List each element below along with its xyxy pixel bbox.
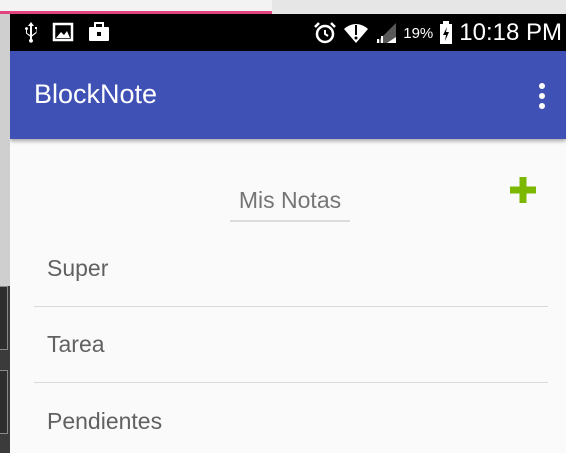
app-bar: BlockNote bbox=[10, 51, 566, 139]
status-system: 19% 10:18 PM bbox=[313, 18, 562, 48]
note-item[interactable]: Super bbox=[34, 231, 548, 307]
note-list: Super Tarea Pendientes bbox=[34, 231, 548, 453]
add-note-button[interactable] bbox=[508, 175, 538, 205]
background-window-fragment bbox=[0, 0, 272, 14]
briefcase-icon bbox=[89, 22, 109, 41]
section-title: Mis Notas bbox=[230, 187, 350, 222]
background-window-fragment-right bbox=[272, 0, 566, 14]
alarm-icon bbox=[314, 22, 337, 44]
main-content: Mis Notas Super Tarea Pendientes bbox=[10, 139, 566, 453]
battery-charging-icon bbox=[440, 21, 453, 44]
overflow-dot bbox=[539, 103, 545, 109]
status-notifications bbox=[24, 21, 110, 43]
app-title: BlockNote bbox=[34, 79, 158, 109]
clock: 10:18 PM bbox=[459, 19, 562, 46]
overflow-menu-button[interactable] bbox=[532, 81, 552, 111]
signal-icon bbox=[376, 23, 397, 43]
background-tab bbox=[0, 370, 8, 434]
battery-percent: 19% bbox=[403, 24, 434, 42]
status-bar: 19% 10:18 PM bbox=[10, 14, 566, 51]
usb-icon bbox=[25, 22, 37, 43]
note-item[interactable]: Tarea bbox=[34, 307, 548, 383]
note-item[interactable]: Pendientes bbox=[34, 383, 548, 453]
overflow-dot bbox=[539, 93, 545, 99]
wifi-icon bbox=[344, 24, 369, 43]
background-tab bbox=[0, 286, 8, 350]
image-icon bbox=[52, 22, 74, 42]
overflow-menu-icon bbox=[539, 83, 545, 89]
background-left-dark-panel bbox=[0, 286, 10, 453]
plus-icon bbox=[510, 177, 536, 203]
phone-screen: 19% 10:18 PM BlockNote Mis Notas Super T… bbox=[10, 14, 566, 453]
